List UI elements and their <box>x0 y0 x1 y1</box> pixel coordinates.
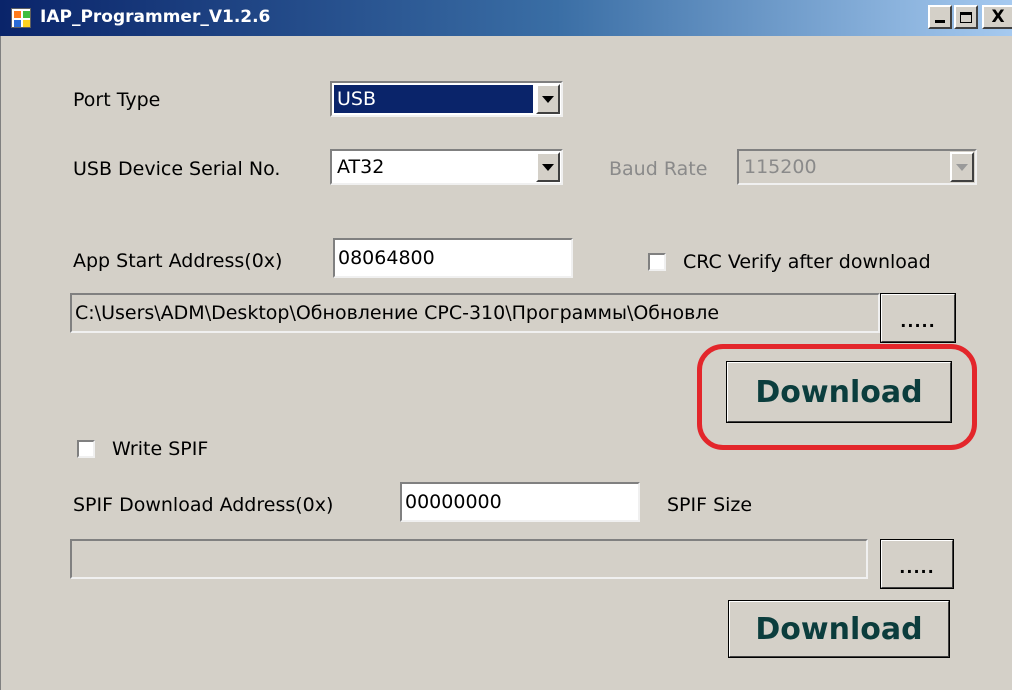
app-address-input[interactable]: 08064800 <box>333 238 573 278</box>
write-spif-label: Write SPIF <box>112 438 209 460</box>
crc-verify-label: CRC Verify after download <box>683 251 931 273</box>
baud-rate-dropdown-button[interactable] <box>950 152 974 182</box>
baud-rate-label: Baud Rate <box>609 158 708 180</box>
port-type-label: Port Type <box>73 89 161 111</box>
port-type-dropdown-button[interactable] <box>536 84 560 114</box>
app-icon[interactable] <box>11 8 31 28</box>
window-border <box>0 36 4 690</box>
spif-address-label: SPIF Download Address(0x) <box>73 494 334 516</box>
usb-serial-value: AT32 <box>337 156 385 178</box>
spif-file-path-field[interactable] <box>70 539 868 579</box>
usb-serial-select[interactable]: AT32 <box>330 149 563 185</box>
minimize-icon <box>935 20 945 23</box>
chevron-down-icon <box>542 95 554 103</box>
app-browse-button[interactable]: ..... <box>880 293 956 343</box>
maximize-icon <box>960 11 972 23</box>
app-address-label: App Start Address(0x) <box>73 250 283 272</box>
usb-serial-label: USB Device Serial No. <box>73 158 281 180</box>
spif-download-button[interactable]: Download <box>728 600 950 658</box>
chevron-down-icon <box>542 163 554 171</box>
app-window: IAP_Programmer_V1.2.6 X Port Type USB US… <box>0 0 1012 690</box>
write-spif-checkbox[interactable] <box>77 440 95 458</box>
title-bar[interactable]: IAP_Programmer_V1.2.6 X <box>0 0 1012 36</box>
usb-serial-dropdown-button[interactable] <box>536 152 560 182</box>
baud-rate-value: 115200 <box>744 156 817 178</box>
window-title: IAP_Programmer_V1.2.6 <box>40 7 271 27</box>
baud-rate-select[interactable]: 115200 <box>737 149 977 185</box>
crc-verify-checkbox[interactable] <box>648 253 666 271</box>
app-download-button[interactable]: Download <box>726 361 952 423</box>
spif-size-label: SPIF Size <box>667 494 753 516</box>
chevron-down-icon <box>956 163 968 171</box>
maximize-button[interactable] <box>954 5 978 29</box>
app-file-path-field[interactable]: C:\Users\ADM\Desktop\Обновление CPC-310\… <box>70 293 880 333</box>
minimize-button[interactable] <box>928 5 952 29</box>
port-type-select[interactable]: USB <box>330 81 563 117</box>
spif-browse-button[interactable]: ..... <box>880 539 954 589</box>
port-type-value: USB <box>334 85 533 113</box>
spif-address-input[interactable]: 00000000 <box>400 482 640 522</box>
close-icon: X <box>991 6 1005 27</box>
close-button[interactable]: X <box>982 5 1012 29</box>
